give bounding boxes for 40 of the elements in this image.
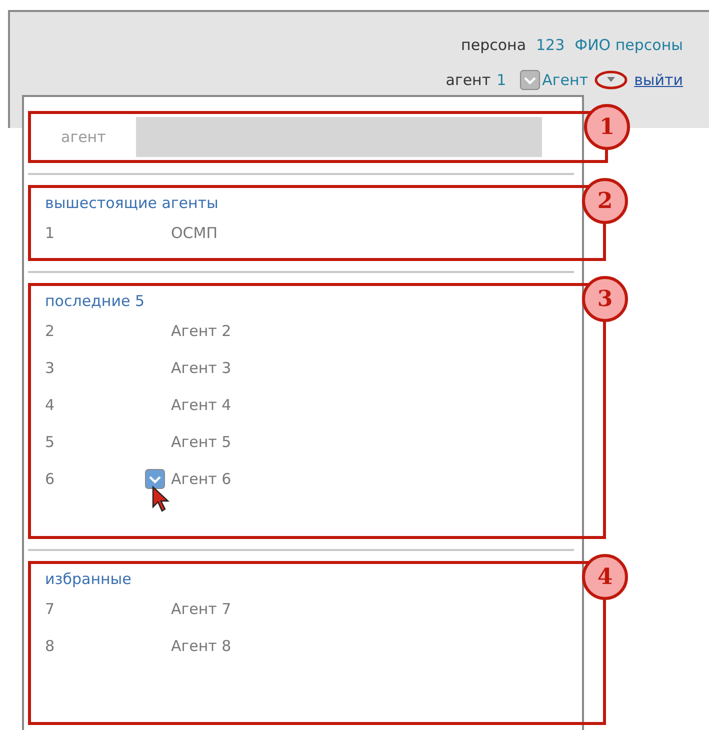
agent-name: Агент 7 [171, 598, 232, 620]
agent-id: 8 [45, 636, 56, 657]
agent-label: агент [446, 70, 491, 90]
callout-number: 2 [582, 178, 628, 224]
section-title: последние 5 [45, 291, 146, 312]
agent-id: 5 [45, 432, 56, 453]
agent-id: 6 [45, 468, 56, 490]
agent-name: Агент 8 [171, 636, 232, 657]
agent-name: Агент 4 [171, 394, 232, 416]
chevron-button[interactable] [145, 469, 165, 489]
agent-row[interactable]: 5 Агент 5 [45, 424, 603, 460]
agent-id: 3 [45, 358, 56, 379]
agent-row[interactable]: 6 Агент 6 [45, 460, 603, 498]
agent-row[interactable]: 8 Агент 8 [45, 628, 603, 664]
agent-id: 2 [45, 320, 56, 342]
agent-name: Агент 3 [171, 358, 232, 379]
agent-name: Агент 5 [171, 432, 232, 453]
agent-id: 1 [45, 222, 56, 244]
caret-icon[interactable] [594, 70, 628, 90]
agent-name: ОСМП [171, 222, 218, 244]
person-id: 123 [536, 35, 565, 56]
search-label: агент [61, 126, 106, 148]
search-field[interactable] [136, 117, 542, 157]
agent-name: Агент 6 [171, 468, 232, 490]
callout-number: 1 [584, 104, 630, 150]
agent-id: 4 [45, 394, 56, 416]
agent-name: Агент 2 [171, 320, 232, 342]
person-label: персона [461, 35, 526, 56]
logout-link[interactable]: выйти [634, 68, 683, 91]
callout-number: 4 [582, 554, 628, 600]
agent-id: 7 [45, 598, 56, 620]
section-title: избранные [45, 569, 132, 590]
person-name: ФИО персоны [574, 35, 683, 56]
agent-row[interactable]: 3 Агент 3 [45, 350, 603, 386]
section-title: вышестоящие агенты [45, 193, 220, 214]
agent-name[interactable]: Агент [542, 68, 588, 91]
dropdown-button[interactable] [520, 70, 540, 90]
agent-row[interactable]: 4 Агент 4 [45, 386, 603, 424]
agent-id: 1 [496, 70, 506, 90]
callout-number: 3 [582, 276, 628, 322]
